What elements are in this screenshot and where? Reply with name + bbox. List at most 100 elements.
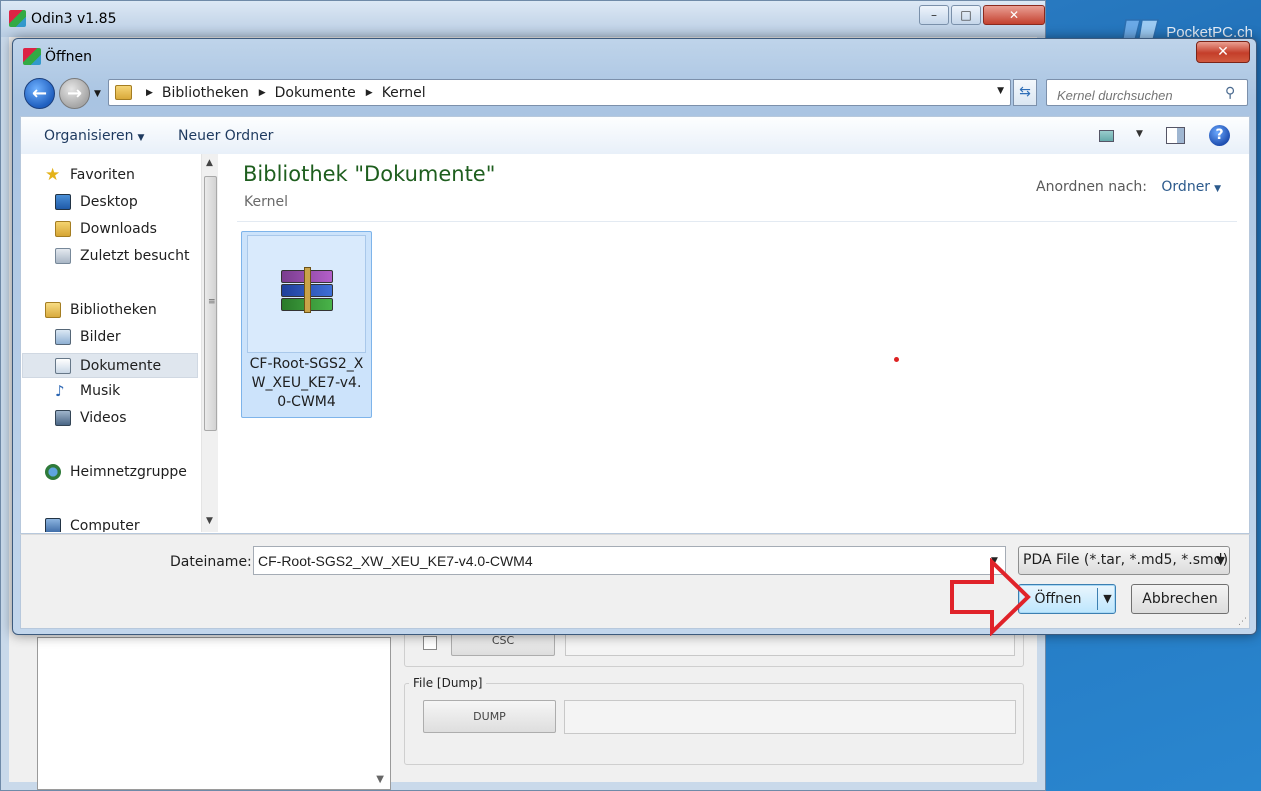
filetype-select[interactable]: PDA File (*.tar, *.md5, *.smd) ▼	[1018, 546, 1230, 575]
breadcrumb-separator-icon[interactable]: ▶	[259, 88, 266, 98]
refresh-icon: ⇆	[1019, 84, 1031, 100]
star-icon: ★	[45, 165, 61, 185]
organize-menu-button[interactable]: Organisieren ▼	[44, 128, 144, 144]
breadcrumb-separator-icon[interactable]: ▶	[146, 88, 153, 98]
dialog-app-icon	[23, 48, 41, 65]
recent-places-icon	[55, 248, 71, 264]
minimize-button[interactable]: –	[919, 5, 949, 25]
downloads-folder-icon	[55, 221, 71, 237]
dialog-title: Öffnen	[45, 49, 93, 65]
nav-desktop[interactable]: Desktop	[55, 194, 138, 210]
content-area: ★ Favoriten Desktop Downloads Zuletzt be…	[20, 154, 1250, 534]
breadcrumb-kernel[interactable]: Kernel	[382, 85, 426, 101]
forward-button[interactable]: →	[59, 78, 90, 109]
nav-documents-label: Dokumente	[80, 357, 162, 374]
nav-documents[interactable]: Dokumente	[22, 353, 198, 378]
cancel-button[interactable]: Abbrechen	[1131, 584, 1229, 614]
nav-libraries-label: Bibliotheken	[70, 302, 157, 318]
dump-path-field[interactable]	[564, 700, 1016, 734]
odin-caption-buttons: – □ ✕	[917, 5, 1045, 25]
chevron-down-icon: ▼	[1214, 184, 1221, 194]
help-icon[interactable]: ?	[1209, 125, 1230, 146]
nav-videos[interactable]: Videos	[55, 410, 127, 426]
nav-computer[interactable]: Computer	[45, 518, 140, 532]
annotation-arrow-icon	[950, 558, 1031, 636]
address-dropdown-icon[interactable]: ▼	[997, 86, 1004, 96]
scrollbar-thumb[interactable]: ≡	[204, 176, 217, 431]
computer-icon	[45, 518, 61, 532]
winrar-archive-icon	[281, 267, 333, 314]
nav-pane-scrollbar[interactable]: ▲ ≡ ▼	[201, 154, 218, 532]
csc-checkbox[interactable]	[423, 636, 437, 650]
open-options-dropdown-icon[interactable]: ▼	[1100, 585, 1115, 613]
nav-favorites[interactable]: ★ Favoriten	[45, 165, 135, 185]
split-divider	[1097, 588, 1098, 610]
arrow-right-icon: →	[66, 83, 83, 104]
odin-titlebar[interactable]: Odin3 v1.85 – □ ✕	[1, 1, 1045, 37]
breadcrumb-separator-icon[interactable]: ▶	[366, 88, 373, 98]
homegroup-icon	[45, 464, 61, 480]
nav-libraries[interactable]: Bibliotheken	[45, 302, 157, 318]
new-folder-button[interactable]: Neuer Ordner	[178, 128, 273, 144]
nav-videos-label: Videos	[80, 410, 127, 426]
filename-input[interactable]	[253, 546, 1006, 575]
scroll-up-icon[interactable]: ▲	[206, 158, 213, 168]
dialog-close-button[interactable]: ✕	[1196, 41, 1250, 63]
open-button[interactable]: Öffnen ▼	[1018, 584, 1116, 614]
change-view-icon[interactable]	[1099, 130, 1114, 142]
recent-locations-dropdown[interactable]: ▼	[94, 89, 101, 99]
libraries-icon	[45, 302, 61, 318]
file-list-pane[interactable]: Bibliothek "Dokumente" Kernel Anordnen n…	[219, 154, 1249, 532]
nav-music[interactable]: ♪ Musik	[55, 383, 120, 399]
command-toolbar: Organisieren ▼ Neuer Ordner ▼ ?	[20, 116, 1250, 154]
maximize-button[interactable]: □	[951, 5, 981, 25]
maximize-icon: □	[960, 8, 972, 22]
arrange-by-dropdown[interactable]: Ordner ▼	[1161, 179, 1221, 195]
nav-desktop-label: Desktop	[80, 194, 138, 210]
folder-icon	[115, 85, 132, 100]
desktop-icon	[55, 194, 71, 210]
view-options-dropdown-icon[interactable]: ▼	[1136, 129, 1143, 139]
nav-downloads-label: Downloads	[80, 221, 157, 237]
filename-label: Dateiname:	[170, 554, 252, 570]
nav-pictures[interactable]: Bilder	[55, 329, 121, 345]
address-bar[interactable]: ▶ Bibliotheken ▶ Dokumente ▶ Kernel ▼	[108, 79, 1011, 106]
nav-downloads[interactable]: Downloads	[55, 221, 157, 237]
nav-homegroup-label: Heimnetzgruppe	[70, 464, 187, 480]
dump-button[interactable]: DUMP	[423, 700, 556, 733]
arrange-by-value: Ordner	[1161, 179, 1211, 195]
arrange-by-label: Anordnen nach:	[1036, 179, 1147, 195]
preview-pane-icon[interactable]	[1166, 127, 1185, 144]
nav-homegroup[interactable]: Heimnetzgruppe	[45, 464, 187, 480]
refresh-button[interactable]: ⇆	[1013, 79, 1037, 106]
search-input[interactable]	[1046, 79, 1248, 106]
scroll-down-icon[interactable]: ▼	[206, 516, 213, 526]
odin-close-button[interactable]: ✕	[983, 5, 1045, 25]
music-note-icon: ♪	[55, 382, 65, 400]
resize-grip-icon[interactable]: ⋰	[1238, 617, 1247, 627]
library-title: Bibliothek "Dokumente"	[243, 162, 496, 186]
nav-favorites-label: Favoriten	[70, 167, 135, 183]
breadcrumb-bibliotheken[interactable]: Bibliotheken	[162, 85, 249, 101]
minimize-icon: –	[931, 8, 937, 22]
search-icon[interactable]: ⚲	[1225, 85, 1235, 101]
pictures-library-icon	[55, 329, 71, 345]
organize-label: Organisieren	[44, 128, 134, 144]
breadcrumb-dokumente[interactable]: Dokumente	[275, 85, 356, 101]
nav-recent-places[interactable]: Zuletzt besucht	[55, 248, 189, 264]
close-icon: ✕	[1008, 8, 1020, 22]
scroll-down-icon[interactable]: ▼	[376, 774, 384, 785]
nav-computer-label: Computer	[70, 518, 140, 532]
chevron-down-icon: ▼	[1216, 554, 1225, 567]
odin-app-icon	[9, 10, 26, 27]
file-item[interactable]: CF-Root-SGS2_XW_XEU_KE7-v4.0-CWM4	[241, 231, 372, 418]
videos-library-icon	[55, 410, 71, 426]
documents-library-icon	[55, 357, 71, 374]
nav-music-label: Musik	[80, 383, 121, 399]
odin-window-title: Odin3 v1.85	[31, 11, 117, 27]
odin-message-box[interactable]: ▼	[37, 637, 391, 790]
arrow-left-icon: ←	[31, 83, 48, 104]
nav-pictures-label: Bilder	[80, 329, 121, 345]
close-icon: ✕	[1217, 44, 1229, 60]
back-button[interactable]: ←	[24, 78, 55, 109]
